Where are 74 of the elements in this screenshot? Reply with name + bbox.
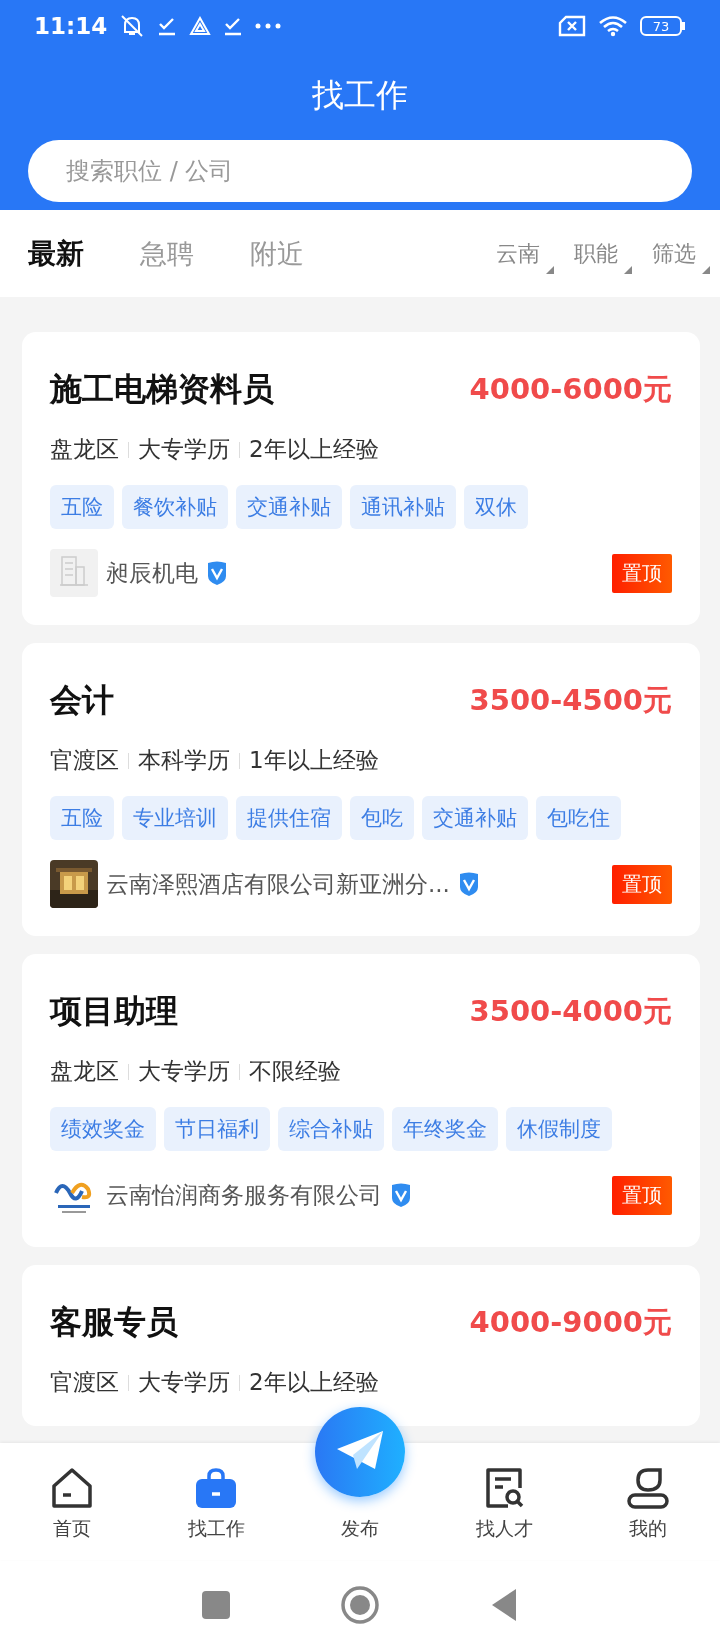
benefit-tag: 节日福利: [164, 1107, 270, 1151]
job-card[interactable]: 会计 3500-4500元 官渡区 本科学历 1年以上经验 五险 专业培训 提供住宿 包吃 交通补贴 包吃住 云南泽熙酒店有限公司新亚洲分... 置顶: [22, 643, 700, 936]
job-meta: 大专学历: [138, 1057, 230, 1086]
nav-item[interactable]: 找人才: [432, 1443, 576, 1560]
job-meta: 官渡区: [50, 1368, 119, 1397]
back-icon[interactable]: [490, 1588, 518, 1622]
sim-off-icon: [558, 15, 586, 37]
benefit-tag: 通讯补贴: [350, 485, 456, 529]
job-card[interactable]: 施工电梯资料员 4000-6000元 盘龙区 大专学历 2年以上经验 五险 餐饮补贴 交通补贴 通讯补贴 双休 昶辰机电 置顶: [22, 332, 700, 625]
download-done-icon: [223, 16, 244, 36]
benefit-tag: 综合补贴: [278, 1107, 384, 1151]
triangle-icon: [189, 16, 212, 36]
nav-item[interactable]: 发布: [341, 1516, 379, 1542]
benefit-tag: 包吃: [350, 796, 414, 840]
tab[interactable]: 最新: [28, 234, 84, 273]
job-title: 项目助理: [50, 991, 178, 1032]
home-icon: [50, 1466, 94, 1510]
pinned-label: 置顶: [612, 553, 672, 593]
nav-item[interactable]: 找工作: [144, 1443, 288, 1560]
job-title: 施工电梯资料员: [50, 369, 274, 410]
pinned-label: 置顶: [612, 864, 672, 904]
job-meta: 大专学历: [138, 435, 230, 464]
salary: 4000-9000元: [469, 1304, 672, 1341]
briefcase-icon: [194, 1466, 238, 1510]
benefit-tag: 双休: [464, 485, 528, 529]
salary: 3500-4000元: [469, 993, 672, 1030]
job-meta: 盘龙区: [50, 1057, 119, 1086]
filter-dropdown[interactable]: 职能: [560, 233, 632, 274]
job-meta: 官渡区: [50, 746, 119, 775]
search-field[interactable]: 搜索职位 / 公司: [28, 140, 692, 202]
benefit-tag: 交通补贴: [236, 485, 342, 529]
dropdown-corner-icon: [546, 265, 554, 274]
salary: 3500-4500元: [469, 682, 672, 719]
benefit-tag: 提供住宿: [236, 796, 342, 840]
job-title: 客服专员: [50, 1302, 178, 1343]
nav-item[interactable]: 我的: [576, 1443, 720, 1560]
job-card[interactable]: 项目助理 3500-4000元 盘龙区 大专学历 不限经验 绩效奖金 节日福利 综合补贴 年终奖金 休假制度 云南怡润商务服务有限公司 置顶: [22, 954, 700, 1247]
job-meta: 2年以上经验: [249, 435, 379, 464]
filter-dropdown[interactable]: 云南: [482, 233, 554, 274]
benefit-tag: 五险: [50, 796, 114, 840]
job-meta: 盘龙区: [50, 435, 119, 464]
job-meta: 大专学历: [138, 1368, 230, 1397]
job-meta: 不限经验: [249, 1057, 341, 1086]
download-done-icon: [157, 16, 178, 36]
company-name: 昶辰机电: [106, 558, 198, 588]
job-meta: 2年以上经验: [249, 1368, 379, 1397]
salary: 4000-6000元: [469, 371, 672, 408]
benefit-tag: 年终奖金: [392, 1107, 498, 1151]
benefit-tag: 休假制度: [506, 1107, 612, 1151]
status-time: 11:14: [34, 13, 108, 39]
job-meta: 1年以上经验: [249, 746, 379, 775]
nav-item[interactable]: 首页: [0, 1443, 144, 1560]
user-icon: [626, 1466, 670, 1510]
home-circle-icon[interactable]: [340, 1585, 380, 1625]
dropdown-corner-icon: [624, 265, 632, 274]
more-icon: [255, 23, 282, 29]
building-logo-icon: [50, 549, 98, 597]
job-card[interactable]: 客服专员 4000-9000元 官渡区 大专学历 2年以上经验: [22, 1265, 700, 1426]
company-name: 云南怡润商务服务有限公司: [106, 1180, 382, 1210]
benefit-tag: 专业培训: [122, 796, 228, 840]
benefit-tag: 绩效奖金: [50, 1107, 156, 1151]
job-meta: 本科学历: [138, 746, 230, 775]
publish-button[interactable]: [315, 1407, 405, 1497]
job-title: 会计: [50, 680, 114, 721]
pinned-label: 置顶: [612, 1175, 672, 1215]
dropdown-corner-icon: [702, 265, 710, 274]
benefit-tag: 五险: [50, 485, 114, 529]
company-name: 云南泽熙酒店有限公司新亚洲分...: [106, 869, 450, 899]
page-title: 找工作: [312, 75, 408, 116]
wifi-icon: [598, 15, 628, 37]
benefit-tag: 包吃住: [536, 796, 621, 840]
benefit-tag: 餐饮补贴: [122, 485, 228, 529]
benefit-tag: 交通补贴: [422, 796, 528, 840]
filter-dropdown[interactable]: 筛选: [638, 233, 710, 274]
